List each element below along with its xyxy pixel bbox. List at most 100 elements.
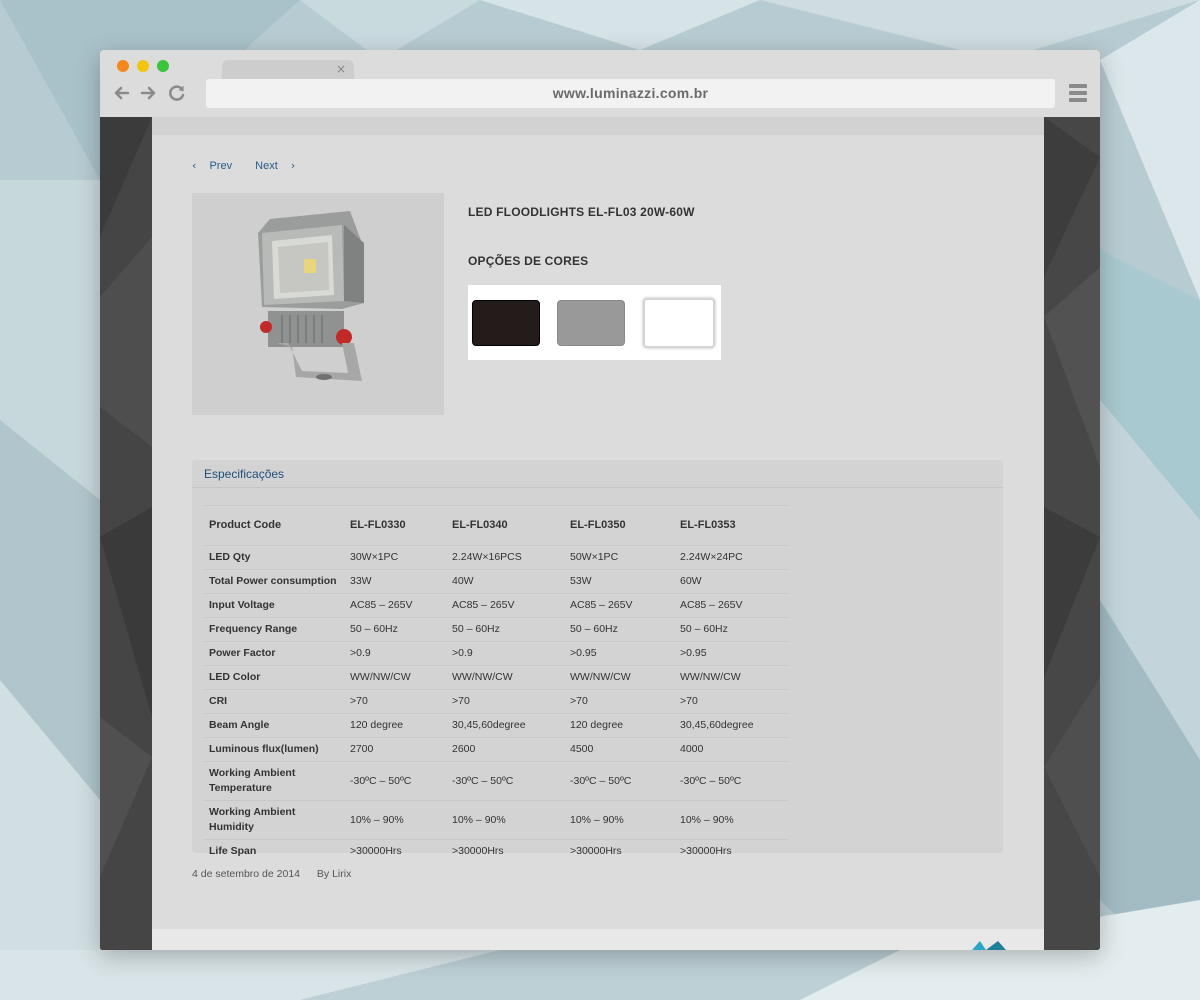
value-cell: 2700	[345, 737, 447, 762]
next-link[interactable]: Next ›	[255, 159, 305, 172]
row-label-cell: Total Power consumption	[204, 569, 345, 594]
value-cell: 4000	[675, 737, 789, 762]
post-pager: ‹ Prev Next ›	[192, 159, 315, 172]
row-label-cell: Working Ambient Humidity	[204, 800, 345, 840]
row-label-cell: Life Span	[204, 839, 345, 863]
row-label-cell: Working Ambient Temperature	[204, 761, 345, 801]
table-row: Input Voltage AC85 – 265V AC85 – 265V AC85 …	[204, 593, 789, 618]
post-author[interactable]: By Lirix	[317, 868, 351, 880]
value-cell: 4500	[565, 737, 675, 762]
value-cell: AC85 – 265V	[565, 593, 675, 618]
row-label-cell: Beam Angle	[204, 713, 345, 738]
value-cell: >30000Hrs	[345, 839, 447, 863]
browser-window: × www.luminazzi.com.br ‹ Prev Next › LED…	[100, 50, 1100, 950]
specifications-heading[interactable]: Especificações	[192, 460, 1003, 488]
minimize-window-button[interactable]	[137, 60, 149, 72]
value-cell: >0.95	[675, 641, 789, 666]
table-row: LED Color WW/NW/CW WW/NW/CW WW/NW/CW WW/NW/C…	[204, 665, 789, 690]
table-row: Power Factor >0.9 >0.9 >0.95 >0.95	[204, 641, 789, 666]
value-cell: 40W	[447, 569, 565, 594]
value-cell: 53W	[565, 569, 675, 594]
close-window-button[interactable]	[117, 60, 129, 72]
post-meta: 4 de setembro de 2014 By Lirix	[192, 868, 365, 880]
page-viewport: ‹ Prev Next › LED FLOODLIGHTS EL-FL03 20…	[100, 117, 1100, 950]
value-cell: WW/NW/CW	[345, 665, 447, 690]
value-cell: >0.95	[565, 641, 675, 666]
row-label-cell: Luminous flux(lumen)	[204, 737, 345, 762]
chevron-left-icon: ‹	[192, 159, 197, 172]
specifications-panel: Especificações Product Code EL-FL0330 EL-F…	[192, 460, 1003, 863]
specifications-table: Product Code EL-FL0330 EL-FL0340 EL-FL0350 E…	[204, 505, 789, 863]
value-cell: 30,45,60degree	[675, 713, 789, 738]
product-code-cell: EL-FL0353	[675, 505, 789, 546]
side-pattern-left	[100, 117, 152, 950]
row-label-cell: Frequency Range	[204, 617, 345, 642]
value-cell: >0.9	[447, 641, 565, 666]
browser-chrome: × www.luminazzi.com.br	[100, 50, 1100, 117]
table-row: Frequency Range 50 – 60Hz 50 – 60Hz 50 – 60…	[204, 617, 789, 642]
row-label-cell: Input Voltage	[204, 593, 345, 618]
value-cell: -30ºC – 50ºC	[447, 761, 565, 801]
product-code-cell: EL-FL0330	[345, 505, 447, 546]
table-row: Luminous flux(lumen) 2700 2600 4500 4000	[204, 737, 789, 762]
row-label-cell: LED Color	[204, 665, 345, 690]
value-cell: -30ºC – 50ºC	[345, 761, 447, 801]
tab-close-icon[interactable]: ×	[336, 62, 346, 76]
value-cell: 30W×1PC	[345, 545, 447, 570]
value-cell: WW/NW/CW	[447, 665, 565, 690]
value-cell: WW/NW/CW	[675, 665, 789, 690]
value-cell: >0.9	[345, 641, 447, 666]
header-label-cell: Product Code	[204, 505, 345, 546]
value-cell: 60W	[675, 569, 789, 594]
table-row: CRI >70 >70 >70 >70	[204, 689, 789, 714]
value-cell: 50 – 60Hz	[565, 617, 675, 642]
arrow-right-icon[interactable]	[138, 83, 158, 103]
value-cell: 50W×1PC	[565, 545, 675, 570]
color-swatch-black[interactable]	[472, 300, 540, 346]
content-page: ‹ Prev Next › LED FLOODLIGHTS EL-FL03 20…	[152, 117, 1044, 950]
product-image[interactable]	[192, 193, 444, 415]
next-label: Next	[255, 160, 278, 172]
value-cell: 50 – 60Hz	[675, 617, 789, 642]
table-row: Working Ambient Temperature -30ºC – 50ºC -…	[204, 761, 789, 801]
value-cell: 30,45,60degree	[447, 713, 565, 738]
value-cell: AC85 – 265V	[675, 593, 789, 618]
table-row: Working Ambient Humidity 10% – 90% 10% – 9…	[204, 800, 789, 840]
reload-icon[interactable]	[167, 83, 187, 103]
hamburger-menu-icon[interactable]	[1069, 84, 1087, 102]
color-swatch-white[interactable]	[643, 298, 715, 348]
value-cell: -30ºC – 50ºC	[565, 761, 675, 801]
value-cell: -30ºC – 50ºC	[675, 761, 789, 801]
value-cell: 2.24W×24PC	[675, 545, 789, 570]
row-label-cell: CRI	[204, 689, 345, 714]
color-swatch-gray[interactable]	[557, 300, 625, 346]
value-cell: AC85 – 265V	[447, 593, 565, 618]
product-title: LED FLOODLIGHTS EL-FL03 20W-60W	[468, 205, 695, 219]
page-footer	[152, 929, 1044, 950]
maximize-window-button[interactable]	[157, 60, 169, 72]
value-cell: 10% – 90%	[675, 800, 789, 840]
value-cell: 120 degree	[565, 713, 675, 738]
color-options-title: OPÇÕES DE CORES	[468, 254, 589, 268]
side-pattern-right	[1044, 117, 1100, 950]
chevron-right-icon: ›	[290, 159, 296, 172]
value-cell: 50 – 60Hz	[447, 617, 565, 642]
product-code-cell: EL-FL0340	[447, 505, 565, 546]
table-row: Beam Angle 120 degree 30,45,60degree 120 de…	[204, 713, 789, 738]
arrow-left-icon[interactable]	[112, 83, 132, 103]
address-bar[interactable]: www.luminazzi.com.br	[206, 79, 1055, 108]
value-cell: AC85 – 265V	[345, 593, 447, 618]
value-cell: WW/NW/CW	[565, 665, 675, 690]
row-label-cell: LED Qty	[204, 545, 345, 570]
floodlight-image	[192, 193, 444, 415]
value-cell: >70	[675, 689, 789, 714]
prev-link[interactable]: ‹ Prev	[192, 159, 242, 172]
value-cell: 50 – 60Hz	[345, 617, 447, 642]
table-row: Life Span >30000Hrs >30000Hrs >30000Hrs >300…	[204, 839, 789, 863]
value-cell: 10% – 90%	[447, 800, 565, 840]
value-cell: >70	[345, 689, 447, 714]
product-code-cell: EL-FL0350	[565, 505, 675, 546]
value-cell: >30000Hrs	[675, 839, 789, 863]
table-row: LED Qty 30W×1PC 2.24W×16PCS 50W×1PC 2.24W×24…	[204, 545, 789, 570]
color-swatches	[468, 285, 721, 360]
